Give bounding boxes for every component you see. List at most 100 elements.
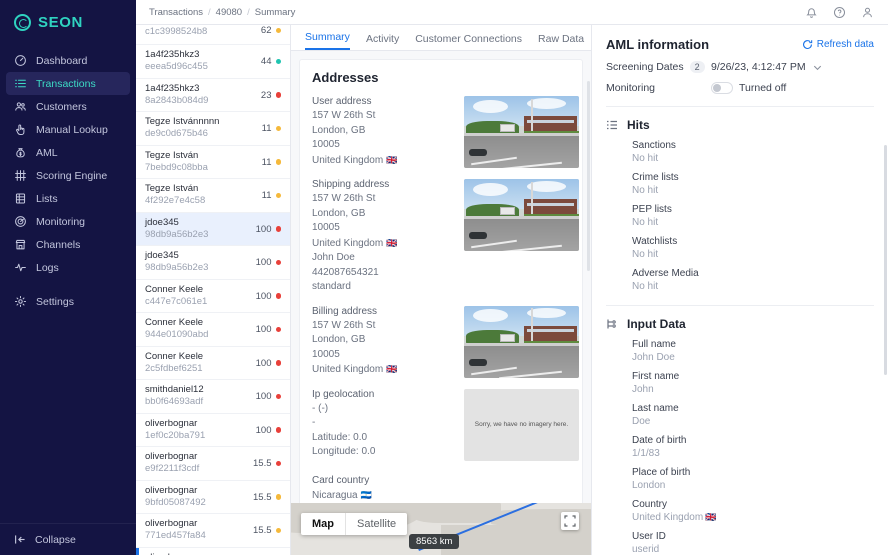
risk-dot (275, 494, 281, 500)
screening-dates-value-wrap[interactable]: 9/26/23, 4:12:47 PM (711, 61, 823, 73)
sidebar-item-scoring-engine[interactable]: Scoring Engine (6, 164, 130, 187)
field-value-text: No hit (632, 249, 659, 260)
breadcrumb-item-0[interactable]: Transactions (149, 7, 203, 18)
address-extra-line: John Doe (312, 252, 355, 263)
transaction-score-wrap: 100 (256, 284, 281, 302)
transaction-row[interactable]: Tegze István 4f292e7e4c58 11 (136, 179, 290, 213)
card-country-label: Card country (312, 474, 370, 486)
refresh-data-button[interactable]: Refresh data (802, 39, 874, 50)
sidebar-item-lists[interactable]: Lists (6, 187, 130, 210)
field-value-text: No hit (632, 217, 659, 228)
sidebar-item-customers[interactable]: Customers (6, 95, 130, 118)
map-type-control[interactable]: Map Satellite (301, 513, 408, 535)
transaction-row[interactable]: jdoe345 98db9a56b2e3 100 (136, 246, 290, 280)
transaction-info: jdoe345 98db9a56b2e3 (145, 250, 208, 273)
sidebar-item-label: Channels (36, 238, 81, 251)
transaction-row[interactable]: 1a4f235hkz3 eeea5d96c455 44 (136, 45, 290, 79)
sidebar-item-dashboard[interactable]: Dashboard (6, 49, 130, 72)
transaction-list[interactable]: c1c3998524b8 62 1a4f235hkz3 eeea5d96c455 44 1… (136, 25, 290, 555)
transaction-row[interactable]: Tegze István 7bebd9c08bba 11 (136, 146, 290, 179)
monitoring-toggle[interactable] (711, 82, 733, 94)
field-value-text: United Kingdom (632, 512, 704, 523)
aml-scrollbar[interactable] (884, 145, 887, 375)
sidebar-item-channels[interactable]: Channels (6, 233, 130, 256)
tab-summary[interactable]: Summary (305, 31, 350, 50)
transaction-id: bb0f64693adf (145, 396, 204, 407)
chevron-down-icon[interactable] (812, 62, 823, 73)
sidebar-item-monitoring[interactable]: Monitoring (6, 210, 130, 233)
sidebar-item-manual-lookup[interactable]: Manual Lookup (6, 118, 130, 141)
transaction-row[interactable]: 1a4f235hkz3 8a2843b084d9 23 (136, 79, 290, 112)
transaction-row[interactable]: c1c3998524b8 62 (136, 25, 290, 45)
transaction-row[interactable]: Tegze Istvánnnnn de9c0d675b46 11 (136, 112, 290, 146)
field-value-text: 1/1/83 (632, 448, 660, 459)
address-country-text: United Kingdom (312, 237, 384, 249)
transaction-name: oliverbognar (145, 484, 198, 496)
transaction-row[interactable]: oliverbognar 771ed457fa84 15.5 (136, 514, 290, 548)
field-country: Country United Kingdom 🇬🇧 (632, 498, 874, 524)
breadcrumb-item-1[interactable]: 49080 (216, 7, 242, 18)
tab-raw-data[interactable]: Raw Data (538, 33, 584, 50)
map-footer[interactable]: 8563 km MapSatellite Germany Ukraine Fra… (291, 503, 591, 555)
transaction-id: 4f292e7e4c58 (145, 195, 206, 206)
transaction-row[interactable]: jdoe345 98db9a56b2e3 100 (136, 212, 290, 246)
address-street-view[interactable] (464, 305, 579, 378)
map-button-map[interactable]: Map (301, 513, 345, 535)
transaction-row[interactable]: Conner Keele 2c5fdbef6251 100 (136, 347, 290, 380)
field-full-name: Full name John Doe (632, 338, 874, 364)
sidebar-item-logs[interactable]: Logs (6, 256, 130, 279)
aml-title: AML information (606, 37, 710, 52)
transaction-info: c1c3998524b8 (145, 25, 207, 37)
transaction-row[interactable]: oliverbognar e9f2211f3cdf 15.5 (136, 447, 290, 481)
sidebar-item-transactions[interactable]: Transactions (6, 72, 130, 95)
sliders-icon (14, 169, 27, 182)
address-street-view[interactable] (464, 179, 579, 251)
risk-dot (275, 226, 281, 232)
tab-customer-connections[interactable]: Customer Connections (415, 33, 522, 50)
transaction-row[interactable]: oliverbognar 9bfd05087492 15.5 (136, 481, 290, 514)
fullscreen-button[interactable] (561, 512, 579, 530)
transaction-info: oliverbognar 1ef0c20ba791 (145, 418, 205, 441)
transaction-id: c447e7c061e1 (145, 295, 208, 307)
field-label: Adverse Media (632, 268, 699, 279)
address-line: 10005 (312, 348, 340, 360)
transaction-row[interactable]: smithdaniel12 bb0f64693adf 100 (136, 380, 290, 414)
detail-scroll-area[interactable]: Addresses User address 157 W 26th St Londo… (291, 51, 591, 555)
transaction-row[interactable]: oliverbognar 1ef0c20ba791 100 (136, 414, 290, 447)
transaction-name: 1a4f235hkz3 (145, 82, 200, 94)
transaction-name: smithdaniel12 (145, 384, 204, 395)
bell-icon[interactable] (805, 6, 818, 19)
sidebar-item-label: Customers (36, 100, 87, 113)
transaction-id: c1c3998524b8 (145, 26, 208, 37)
address-street-view[interactable] (464, 96, 579, 168)
field-first-name: First name John (632, 370, 874, 396)
pulse-icon (14, 261, 27, 274)
card-country-text: Nicaragua (312, 489, 358, 501)
country-flag-icon: 🇬🇧 (386, 237, 398, 248)
transaction-row[interactable]: Conner Keele 944e01090abd 100 (136, 313, 290, 347)
detail-scrollbar[interactable] (587, 81, 590, 271)
transaction-row[interactable]: oliverbognar 9.5 (136, 547, 290, 555)
user-icon[interactable] (861, 6, 874, 19)
transaction-info: Tegze István 4f292e7e4c58 (145, 183, 205, 206)
tab-activity[interactable]: Activity (366, 33, 399, 50)
transaction-score-wrap: 23 (261, 83, 281, 101)
field-label: Country (632, 499, 668, 510)
risk-dot (275, 259, 281, 266)
field-last-name: Last name Doe (632, 402, 874, 428)
transaction-score: 62 (260, 25, 272, 36)
transaction-name: Tegze István (145, 149, 199, 161)
address-line: Longitude: 0.0 (312, 446, 376, 457)
collapse-button[interactable]: Collapse (0, 523, 136, 555)
map-button-satellite[interactable]: Satellite (345, 513, 407, 535)
help-icon[interactable] (833, 6, 846, 19)
transaction-score-wrap: 9.5 (258, 552, 281, 555)
transaction-row[interactable]: Conner Keele c447e7c061e1 100 (136, 280, 290, 313)
hierarchy-icon (606, 318, 618, 330)
risk-dot (275, 192, 281, 199)
sidebar-item-settings[interactable]: Settings (6, 290, 130, 313)
sidebar-item-aml[interactable]: AML (6, 141, 130, 164)
transaction-score: 100 (255, 391, 272, 402)
no-imagery-placeholder: Sorry, we have no imagery here. (464, 388, 579, 461)
